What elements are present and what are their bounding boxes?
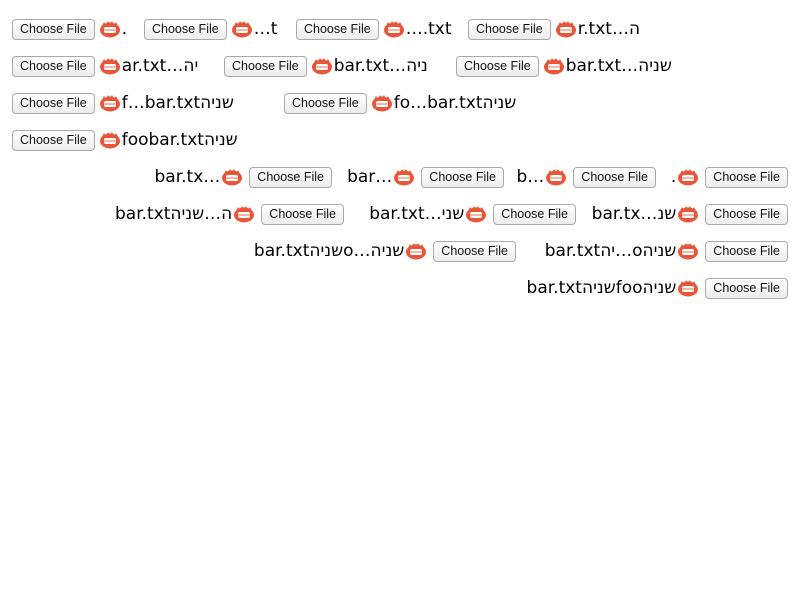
choose-file-button[interactable]: Choose File: [12, 18, 95, 40]
file-name-label: bar…: [347, 167, 393, 187]
file-name-label: bar.txtשניהfooשניה: [526, 278, 677, 298]
file-name-label: יה…ar.txt: [121, 56, 199, 76]
file-input[interactable]: Choose File .: [12, 17, 127, 41]
file-input[interactable]: Choose File שניהfoobar.txt: [12, 128, 238, 152]
file-name-label: שניהfoobar.txt: [121, 130, 238, 150]
file-emoji-icon: [678, 280, 699, 297]
choose-file-button[interactable]: Choose File: [573, 166, 656, 188]
file-emoji-icon: [371, 95, 392, 112]
file-name-label: ניה…bar.txt: [333, 56, 428, 76]
file-input[interactable]: Choose File b…: [516, 165, 656, 189]
file-input[interactable]: Choose File bar.tx…שנ: [592, 202, 788, 226]
choose-file-button[interactable]: Choose File: [468, 18, 551, 40]
choose-file-button[interactable]: Choose File: [433, 240, 516, 262]
choose-file-button[interactable]: Choose File: [705, 203, 788, 225]
choose-file-button[interactable]: Choose File: [12, 92, 95, 114]
file-name-label: bar.txtיה…oשניה: [544, 241, 677, 261]
file-emoji-icon: [555, 21, 576, 38]
file-name-label: bar.tx…: [154, 167, 221, 187]
file-name-label: שניהf…bar.txt: [121, 93, 234, 113]
file-emoji-icon: [231, 21, 252, 38]
file-input[interactable]: Choose File שניהfo…bar.txt: [284, 91, 516, 115]
file-input[interactable]: Choose File ניה…bar.txt: [224, 54, 428, 78]
file-emoji-icon: [222, 169, 243, 186]
file-name-label: bar.tx…שנ: [591, 204, 677, 224]
file-input[interactable]: Choose File bar.txtיה…oשניה: [545, 239, 788, 263]
file-emoji-icon: [234, 206, 255, 223]
choose-file-button[interactable]: Choose File: [261, 203, 344, 225]
file-input[interactable]: Choose File bar.tx…: [155, 165, 332, 189]
file-emoji-icon: [99, 58, 120, 75]
file-input[interactable]: Choose File יה…ar.txt: [12, 54, 198, 78]
file-input[interactable]: Choose File bar.txt…שני: [369, 202, 576, 226]
file-emoji-icon: [311, 58, 332, 75]
file-input[interactable]: Choose File …t: [144, 17, 277, 41]
choose-file-button[interactable]: Choose File: [12, 129, 95, 151]
choose-file-button[interactable]: Choose File: [224, 55, 307, 77]
file-name-label: שניה…bar.txt: [565, 56, 672, 76]
file-emoji-icon: [543, 58, 564, 75]
file-emoji-icon: [466, 206, 487, 223]
file-emoji-icon: [99, 95, 120, 112]
file-name-label: bar.txtשניהo…שניה: [253, 241, 405, 261]
file-name-label: ה…r.txt: [577, 19, 641, 39]
choose-file-button[interactable]: Choose File: [249, 166, 332, 188]
file-input[interactable]: Choose File ה…r.txt: [468, 17, 640, 41]
choose-file-button[interactable]: Choose File: [296, 18, 379, 40]
file-input[interactable]: Choose File ….txt: [296, 17, 452, 41]
file-input[interactable]: Choose File bar.txtשניהfooשניה: [527, 276, 788, 300]
choose-file-button[interactable]: Choose File: [493, 203, 576, 225]
choose-file-button[interactable]: Choose File: [456, 55, 539, 77]
file-input[interactable]: Choose File .: [671, 165, 788, 189]
file-emoji-icon: [406, 243, 427, 260]
file-input[interactable]: Choose File bar…: [347, 165, 504, 189]
choose-file-button[interactable]: Choose File: [144, 18, 227, 40]
choose-file-button[interactable]: Choose File: [705, 166, 788, 188]
choose-file-button[interactable]: Choose File: [284, 92, 367, 114]
file-name-label: .: [121, 19, 128, 39]
file-name-label: .: [670, 167, 677, 187]
file-emoji-icon: [678, 243, 699, 260]
file-emoji-icon: [99, 21, 120, 38]
file-name-label: ….txt: [405, 19, 452, 39]
file-emoji-icon: [546, 169, 567, 186]
file-input[interactable]: Choose File bar.txtשניהo…שניה: [254, 239, 516, 263]
file-emoji-icon: [99, 132, 120, 149]
file-name-label: bar.txtה…שניה: [114, 204, 233, 224]
file-emoji-icon: [678, 169, 699, 186]
file-name-label: b…: [516, 167, 545, 187]
file-emoji-icon: [394, 169, 415, 186]
file-emoji-icon: [678, 206, 699, 223]
choose-file-button[interactable]: Choose File: [421, 166, 504, 188]
file-name-label: שניהfo…bar.txt: [393, 93, 517, 113]
file-input[interactable]: Choose File bar.txtה…שניה: [115, 202, 344, 226]
file-name-label: bar.txt…שני: [369, 204, 465, 224]
choose-file-button[interactable]: Choose File: [12, 55, 95, 77]
file-input[interactable]: Choose File שניהf…bar.txt: [12, 91, 234, 115]
file-name-label: …t: [253, 19, 278, 39]
file-input[interactable]: Choose File שניה…bar.txt: [456, 54, 672, 78]
choose-file-button[interactable]: Choose File: [705, 277, 788, 299]
choose-file-button[interactable]: Choose File: [705, 240, 788, 262]
file-emoji-icon: [383, 21, 404, 38]
